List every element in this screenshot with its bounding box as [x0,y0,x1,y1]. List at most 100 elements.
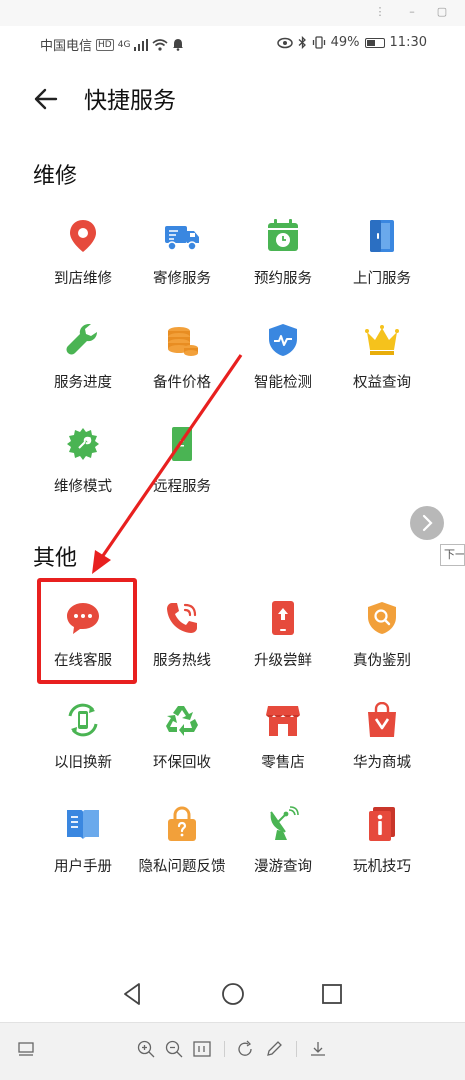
service-authenticity[interactable]: 真伪鉴别 [332,600,432,696]
service-label: 维修模式 [54,479,112,495]
service-mail-repair[interactable]: 寄修服务 [132,218,232,314]
gear-wrench-icon [67,428,99,460]
calendar-clock-icon [268,219,298,251]
nav-recents-icon[interactable] [319,981,345,1007]
service-label: 漫游查询 [254,859,312,875]
service-retail-store[interactable]: 零售店 [233,702,333,798]
service-user-manual[interactable]: 用户手册 [33,806,133,902]
service-label: 上门服务 [353,271,411,287]
service-vmall[interactable]: 华为商城 [332,702,432,798]
minimize-icon[interactable]: – [404,4,420,20]
recycle-icon [166,706,198,736]
lock-question-icon [168,806,196,841]
battery-percent: 49% [330,35,360,50]
window-chrome: ⋮ – ▢ [0,0,465,26]
hd-badge: HD [96,38,114,51]
service-store-repair[interactable]: 到店维修 [33,218,133,314]
service-repair-mode[interactable]: 维修模式 [33,426,133,522]
system-nav-bar [0,975,465,1015]
satellite-dish-icon [270,806,299,840]
app-header: 快捷服务 [0,78,465,122]
phone-upgrade-icon [272,601,294,635]
location-pin-icon [70,220,96,252]
status-bar: 中国电信 HD 4G 49% 11:30 [0,32,465,56]
back-arrow-icon[interactable] [30,82,64,116]
service-label: 远程服务 [153,479,211,495]
service-roaming[interactable]: 漫游查询 [233,806,333,902]
coins-icon [168,327,198,356]
service-hotline[interactable]: 服务热线 [132,600,232,696]
rotate-icon[interactable] [235,1039,255,1059]
battery-icon [364,37,385,48]
remote-device-icon [172,427,192,461]
service-label: 预约服务 [254,271,312,287]
nav-home-icon[interactable] [220,981,246,1007]
eye-comfort-icon [276,37,293,48]
service-onsite[interactable]: 上门服务 [332,218,432,314]
service-label: 服务热线 [153,653,211,669]
wrench-icon [66,324,97,355]
service-parts-price[interactable]: 备件价格 [132,322,232,418]
page-title: 快捷服务 [84,88,176,114]
chevron-right-icon [422,514,433,532]
zoom-in-icon[interactable] [136,1039,156,1059]
service-label: 升级尝鲜 [254,653,312,669]
nav-back-icon[interactable] [120,981,146,1007]
service-remote[interactable]: 远程服务 [132,426,232,522]
toolbar-divider [224,1041,225,1057]
delivery-truck-icon [165,226,199,251]
section-title-other: 其他 [33,546,78,571]
service-trade-in[interactable]: 以旧换新 [33,702,133,798]
service-label: 寄修服务 [153,271,211,287]
store-icon [266,706,300,736]
vibrate-icon [312,36,325,49]
maximize-icon[interactable]: ▢ [434,4,450,20]
service-label: 零售店 [261,755,305,771]
shield-pulse-icon [269,324,297,356]
service-label: 隐私问题反馈 [138,859,226,875]
toolbar-divider [296,1041,297,1057]
clock: 11:30 [389,35,427,50]
section-title-repair: 维修 [33,164,78,189]
notification-bell-icon [173,39,184,51]
service-appointment[interactable]: 预约服务 [233,218,333,314]
service-label: 华为商城 [353,755,411,771]
service-label: 备件价格 [153,375,211,391]
zoom-out-icon[interactable] [164,1039,184,1059]
edit-pencil-icon[interactable] [264,1039,284,1059]
tips-icon [369,807,395,841]
carrier-name: 中国电信 [40,39,93,54]
service-label: 玩机技巧 [353,859,411,875]
service-progress[interactable]: 服务进度 [33,322,133,418]
network-type: 4G [117,39,131,50]
actual-size-icon[interactable] [192,1039,212,1059]
wifi-icon [152,38,168,51]
next-tooltip: 下一 [440,544,465,566]
service-recycle[interactable]: 环保回收 [132,702,232,798]
signal-icon [134,38,149,51]
door-icon [370,220,394,252]
book-icon [67,810,99,839]
trade-in-icon [68,703,98,737]
service-label: 智能检测 [254,375,312,391]
service-label: 真伪鉴别 [353,653,411,669]
service-label: 用户手册 [54,859,112,875]
bluetooth-icon [298,36,306,49]
download-icon[interactable] [308,1039,328,1059]
menu-icon[interactable]: ⋮ [372,4,388,20]
phone-call-icon [167,603,197,633]
next-page-button[interactable] [410,506,444,540]
thumbnail-icon[interactable] [16,1039,36,1059]
shopping-bag-icon [368,702,396,737]
service-benefits[interactable]: 权益查询 [332,322,432,418]
crown-icon [365,325,399,355]
service-label: 服务进度 [54,375,112,391]
service-tips[interactable]: 玩机技巧 [332,806,432,902]
service-label: 到店维修 [54,271,112,287]
search-shield-icon [368,602,396,634]
service-privacy-feedback[interactable]: 隐私问题反馈 [132,806,232,902]
service-upgrade[interactable]: 升级尝鲜 [233,600,333,696]
service-smart-check[interactable]: 智能检测 [233,322,333,418]
service-label: 以旧换新 [54,755,112,771]
service-label: 权益查询 [353,375,411,391]
